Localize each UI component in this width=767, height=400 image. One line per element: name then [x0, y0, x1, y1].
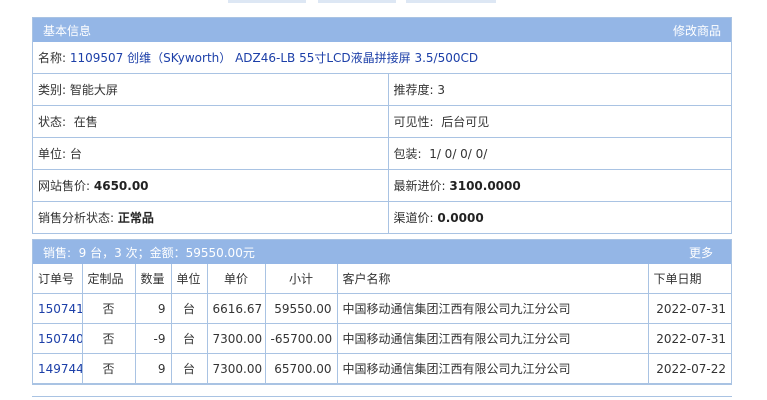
- unit-cell: 台: [170, 323, 208, 354]
- table-row: 150740 否 -9 台 7300.00 -65700.00 中国移动通信集团…: [33, 323, 731, 354]
- table-header-row: 订单号 定制品 数量 单位 单价 小计 客户名称 下单日期: [33, 264, 731, 294]
- subtotal-cell: 59550.00: [264, 293, 338, 324]
- date-cell: 2022-07-22: [647, 353, 731, 384]
- web-price-cell: 网站售价: 4650.00: [33, 169, 389, 202]
- more-link[interactable]: 更多: [689, 244, 713, 261]
- latest-cost-label: 最新进价:: [393, 179, 446, 193]
- category-cell: 类别: 智能大屏: [33, 73, 389, 106]
- visibility-value: 后台可见: [441, 115, 490, 129]
- channel-price-value: 0.0000: [437, 211, 484, 225]
- top-tab[interactable]: [228, 0, 306, 3]
- col-unit-header: 单位: [170, 264, 208, 294]
- basic-info-table: 名称: 1109507 创维（SKyworth） ADZ46-LB 55寸LCD…: [33, 42, 732, 233]
- sales-status-cell: 销售分析状态: 正常品: [33, 201, 389, 233]
- channel-price-label: 渠道价:: [393, 211, 434, 225]
- price-cell: 6616.67: [206, 293, 266, 324]
- unit-cell: 台: [170, 353, 208, 384]
- qty-cell: 9: [134, 293, 172, 324]
- channel-price-cell: 渠道价: 0.0000: [387, 201, 732, 233]
- unit-cell: 单位: 台: [33, 137, 389, 170]
- visibility-cell: 可见性: 后台可见: [387, 105, 732, 138]
- product-name-link[interactable]: 1109507 创维（SKyworth） ADZ46-LB 55寸LCD液晶拼接…: [70, 51, 478, 65]
- custom-cell: 否: [81, 323, 136, 354]
- subtotal-cell: 65700.00: [264, 353, 338, 384]
- qty-cell: -9: [134, 323, 172, 354]
- top-tab-strip: [0, 0, 767, 4]
- sales-header: 销售: 9 台，3 次；金额：59550.00元 更多: [33, 240, 731, 264]
- basic-info-panel: 基本信息 修改商品 名称: 1109507 创维（SKyworth） ADZ46…: [32, 17, 732, 234]
- qty-cell: 9: [134, 353, 172, 384]
- col-subtotal-header: 小计: [264, 264, 338, 294]
- package-value: 1/ 0/ 0/ 0/: [429, 147, 488, 161]
- top-tab[interactable]: [318, 0, 396, 3]
- unit-label: 单位:: [38, 147, 67, 161]
- package-cell: 包装: 1/ 0/ 0/ 0/: [387, 137, 732, 170]
- sales-summary: 销售: 9 台，3 次；金额：59550.00元: [43, 245, 255, 260]
- col-qty-header: 数量: [134, 264, 172, 294]
- custom-cell: 否: [81, 353, 136, 384]
- col-order-header: 订单号: [33, 264, 83, 294]
- top-tab[interactable]: [406, 0, 496, 3]
- visibility-label: 可见性:: [393, 115, 434, 129]
- basic-info-title: 基本信息: [43, 23, 92, 38]
- category-label: 类别:: [38, 83, 67, 97]
- edit-product-link[interactable]: 修改商品: [673, 22, 721, 39]
- order-link[interactable]: 150740: [33, 323, 83, 354]
- date-cell: 2022-07-31: [647, 293, 731, 324]
- price-cell: 7300.00: [206, 323, 266, 354]
- status-value: 在售: [73, 115, 98, 129]
- sales-panel: 销售: 9 台，3 次；金额：59550.00元 更多 订单号 定制品 数量 单…: [32, 239, 732, 385]
- web-price-value: 4650.00: [93, 179, 149, 193]
- product-name-cell: 名称: 1109507 创维（SKyworth） ADZ46-LB 55寸LCD…: [33, 42, 732, 74]
- sales-status-label: 销售分析状态:: [38, 211, 115, 225]
- product-name-label: 名称:: [38, 51, 67, 65]
- col-price-header: 单价: [206, 264, 266, 294]
- recommend-value: 3: [437, 83, 446, 97]
- customer-cell: 中国移动通信集团江西有限公司九江分公司: [336, 353, 649, 384]
- col-date-header: 下单日期: [647, 264, 731, 294]
- subtotal-cell: -65700.00: [264, 323, 338, 354]
- sales-table: 订单号 定制品 数量 单位 单价 小计 客户名称 下单日期 150741 否 9…: [33, 264, 731, 384]
- category-value: 智能大屏: [69, 83, 118, 97]
- table-row: 149744 否 9 台 7300.00 65700.00 中国移动通信集团江西…: [33, 353, 731, 384]
- recommend-label: 推荐度:: [393, 83, 434, 97]
- customer-cell: 中国移动通信集团江西有限公司九江分公司: [336, 293, 649, 324]
- recommend-cell: 推荐度: 3: [387, 73, 732, 106]
- col-customer-header: 客户名称: [336, 264, 649, 294]
- next-panel-top-border: [32, 396, 732, 397]
- basic-info-header: 基本信息 修改商品: [33, 18, 731, 42]
- package-label: 包装:: [393, 147, 422, 161]
- latest-cost-value: 3100.0000: [449, 179, 521, 193]
- table-row: 150741 否 9 台 6616.67 59550.00 中国移动通信集团江西…: [33, 293, 731, 324]
- price-cell: 7300.00: [206, 353, 266, 384]
- unit-value: 台: [69, 147, 82, 161]
- web-price-label: 网站售价:: [38, 179, 91, 193]
- customer-cell: 中国移动通信集团江西有限公司九江分公司: [336, 323, 649, 354]
- status-label: 状态:: [38, 115, 67, 129]
- custom-cell: 否: [81, 293, 136, 324]
- status-cell: 状态: 在售: [33, 105, 389, 138]
- order-link[interactable]: 150741: [33, 293, 83, 324]
- date-cell: 2022-07-31: [647, 323, 731, 354]
- unit-cell: 台: [170, 293, 208, 324]
- col-custom-header: 定制品: [81, 264, 136, 294]
- latest-cost-cell: 最新进价: 3100.0000: [387, 169, 732, 202]
- sales-status-value: 正常品: [117, 211, 154, 225]
- order-link[interactable]: 149744: [33, 353, 83, 384]
